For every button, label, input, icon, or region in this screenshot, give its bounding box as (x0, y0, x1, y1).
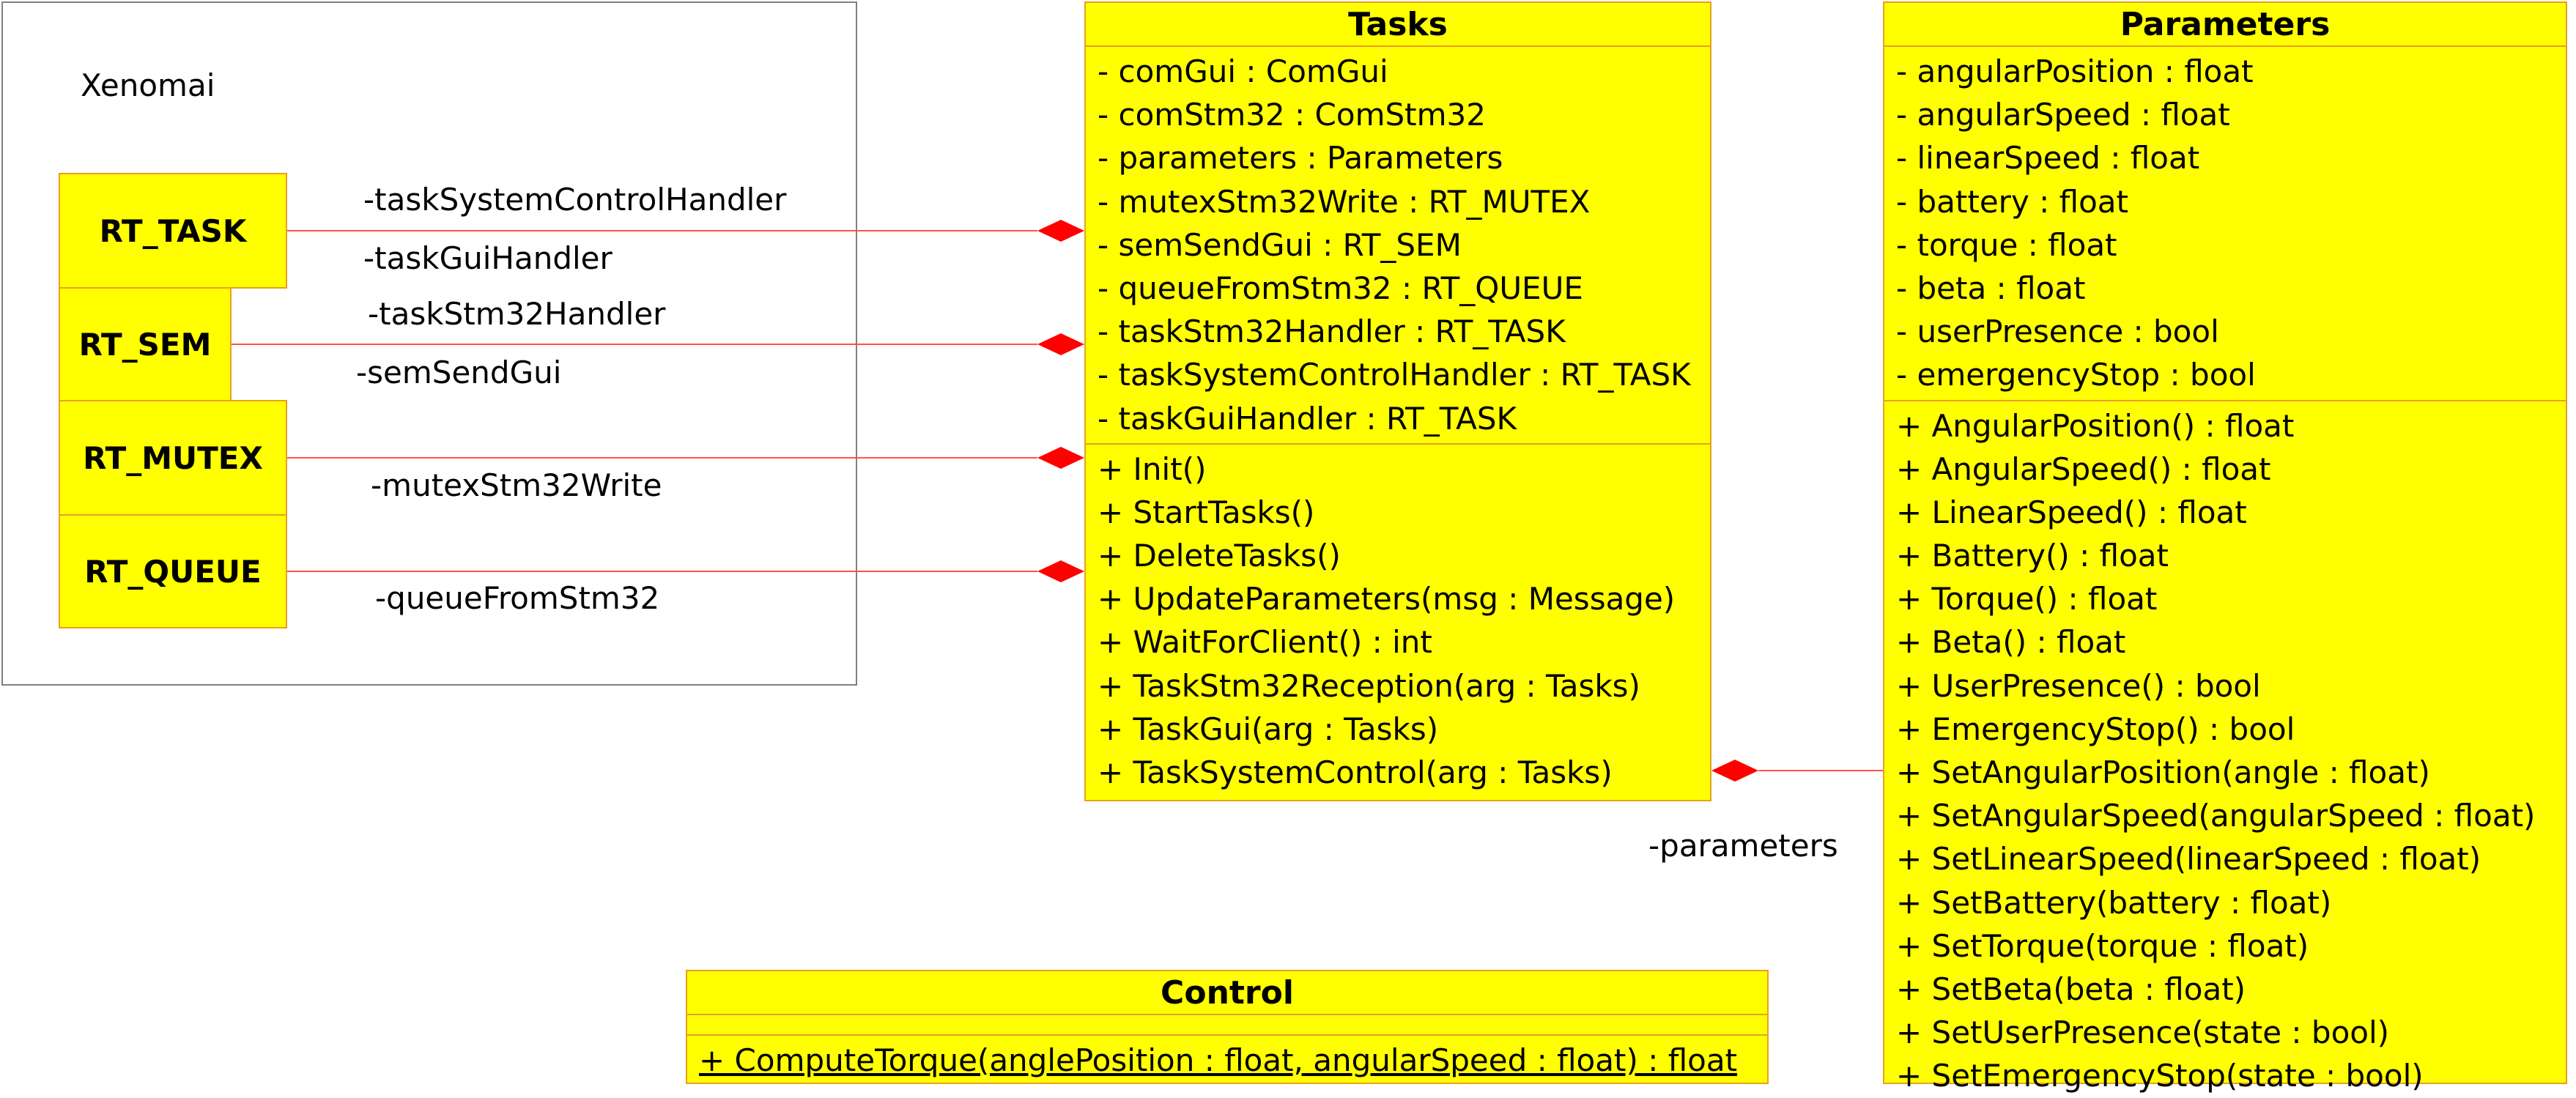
role-label: -queueFromStm32 (375, 580, 660, 616)
associations (232, 220, 1883, 782)
role-label: -mutexStm32Write (371, 467, 662, 503)
role-label: -parameters (1648, 828, 1838, 864)
role-label: -taskSystemControlHandler (363, 182, 787, 218)
composition-diamond (1037, 447, 1084, 469)
role-label: -semSendGui (356, 355, 562, 390)
composition-diamond (1037, 220, 1084, 242)
uml-class-diagram: Xenomai RT_TASK RT_SEM RT_MUTEX RT_QUEUE… (0, 0, 2576, 1094)
composition-diamond (1711, 760, 1758, 782)
composition-diamond (1037, 333, 1084, 355)
role-label: -taskGuiHandler (363, 240, 612, 276)
role-label: -taskStm32Handler (368, 296, 666, 332)
composition-diamond (1037, 560, 1084, 582)
